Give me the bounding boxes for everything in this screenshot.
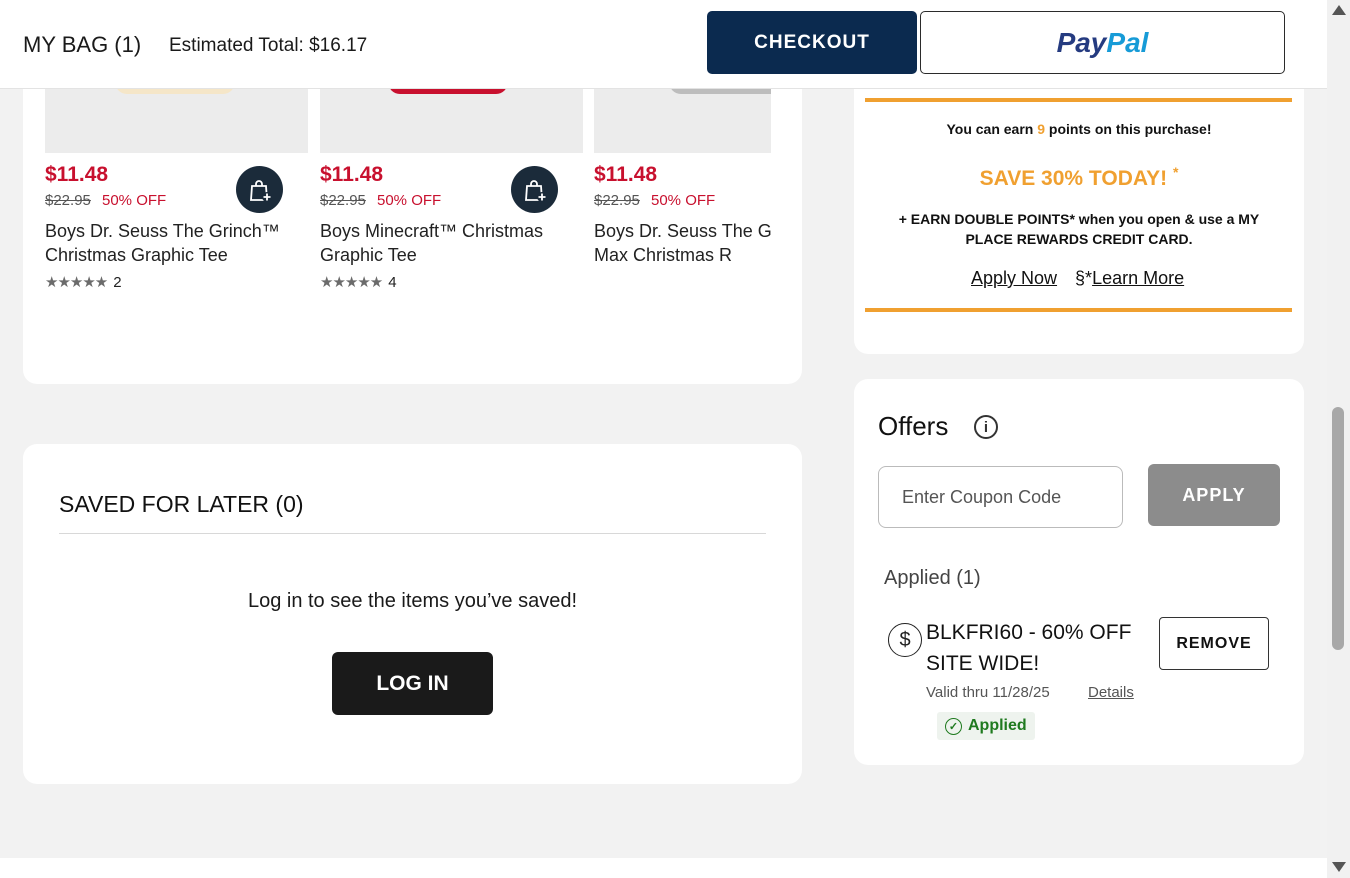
earn-points-text: You can earn 9 points on this purchase!: [854, 121, 1304, 137]
offers-section: Offers i APPLY Applied (1) $ BLKFRI60 - …: [854, 379, 1304, 765]
paypal-logo-pay: Pay: [1056, 26, 1107, 58]
applied-status-badge: ✓ Applied: [937, 712, 1035, 740]
learn-more-link[interactable]: Learn More: [1092, 268, 1184, 288]
double-points-text: + EARN DOUBLE POINTS* when you open & us…: [898, 211, 1260, 247]
check-circle-icon: ✓: [945, 717, 962, 735]
earn-text-pre: You can earn: [946, 121, 1038, 137]
info-icon[interactable]: i: [974, 415, 998, 439]
shopping-bag-plus-icon: [249, 179, 272, 202]
sale-price: $11.48: [594, 163, 658, 186]
learn-more-wrapper: §*Learn More: [1075, 268, 1184, 289]
product-name[interactable]: Boys Dr. Seuss The Grinch™ Christmas Gra…: [45, 219, 295, 267]
shopping-bag-plus-icon: [524, 179, 547, 202]
add-to-bag-button[interactable]: [236, 166, 283, 213]
earn-points-value: 9: [1037, 121, 1046, 137]
applied-coupon-name: BLKFRI60 - 60% OFF SITE WIDE!: [926, 621, 1132, 675]
bag-title: MY BAG (1): [23, 32, 142, 57]
product-name[interactable]: Boys Minecraft™ Christmas Graphic Tee: [320, 219, 570, 267]
saved-for-later-section: SAVED FOR LATER (0) Log in to see the it…: [23, 444, 802, 784]
apply-coupon-button[interactable]: APPLY: [1148, 464, 1280, 526]
original-price: $22.95: [320, 192, 366, 209]
login-button[interactable]: LOG IN: [332, 652, 493, 715]
review-count: 4: [388, 273, 397, 291]
page-scrollbar[interactable]: [1327, 0, 1350, 878]
promo-bottom-border: [865, 308, 1292, 312]
discount-label: 50% OFF: [377, 192, 442, 209]
coupon-code-input[interactable]: [878, 466, 1123, 528]
coupon-details-link[interactable]: Details: [1088, 684, 1134, 701]
applied-badge-label: Applied: [968, 717, 1027, 734]
learn-more-prefix: §*: [1075, 268, 1093, 288]
promo-links: Apply Now §*Learn More: [971, 268, 1184, 289]
discount-label: 50% OFF: [102, 192, 167, 209]
earn-text-post: points on this purchase!: [1045, 121, 1212, 137]
coupon-valid-thru: Valid thru 11/28/25: [926, 684, 1050, 701]
scroll-up-arrow-icon[interactable]: [1332, 5, 1346, 15]
dollar-icon: $: [888, 623, 922, 657]
divider: [59, 533, 766, 534]
paypal-logo-pal: Pal: [1106, 26, 1149, 58]
star-rating-icon: ★★★★★: [320, 274, 383, 291]
offers-title: Offers: [878, 411, 949, 441]
sale-price: $11.48: [45, 163, 109, 186]
scroll-down-arrow-icon[interactable]: [1332, 862, 1346, 872]
save-today-text: SAVE 30% TODAY!: [979, 167, 1168, 190]
star-rating-icon: ★★★★★: [45, 274, 108, 291]
page-bottom-band: [0, 858, 1327, 878]
promo-top-border: [865, 98, 1292, 102]
apply-now-link[interactable]: Apply Now: [971, 268, 1057, 289]
applied-offers-heading: Applied (1): [884, 567, 981, 589]
paypal-button[interactable]: Pay Pal: [920, 11, 1285, 74]
review-count: 2: [113, 273, 122, 291]
save-today-headline: SAVE 30% TODAY! *: [854, 164, 1304, 191]
rewards-promo-card: You can earn 9 points on this purchase! …: [854, 60, 1304, 354]
add-to-bag-button[interactable]: [511, 166, 558, 213]
product-rating: ★★★★★ 2: [45, 273, 122, 292]
scrollbar-thumb[interactable]: [1332, 407, 1344, 650]
product-card[interactable]: $11.48 $22.95 50% OFF Boys Dr. Seuss The…: [594, 60, 771, 384]
estimated-total: Estimated Total: $16.17: [169, 35, 368, 56]
remove-coupon-button[interactable]: REMOVE: [1159, 617, 1269, 670]
discount-label: 50% OFF: [651, 192, 716, 209]
original-price: $22.95: [45, 192, 91, 209]
login-prompt-message: Log in to see the items you’ve saved!: [247, 590, 578, 612]
sticky-header: MY BAG (1) Estimated Total: $16.17 CHECK…: [0, 0, 1327, 89]
product-rating: ★★★★★ 4: [320, 273, 397, 292]
saved-for-later-title: SAVED FOR LATER (0): [59, 491, 304, 517]
recommendations-carousel: $11.48 $22.95 50% OFF Boys Dr. Seuss The…: [23, 60, 802, 384]
original-price: $22.95: [594, 192, 640, 209]
product-name[interactable]: Boys Dr. Seuss The Grinch And Max Christ…: [594, 219, 771, 267]
save-today-mark: *: [1172, 164, 1179, 180]
sale-price: $11.48: [320, 163, 384, 186]
checkout-button[interactable]: CHECKOUT: [707, 11, 917, 74]
